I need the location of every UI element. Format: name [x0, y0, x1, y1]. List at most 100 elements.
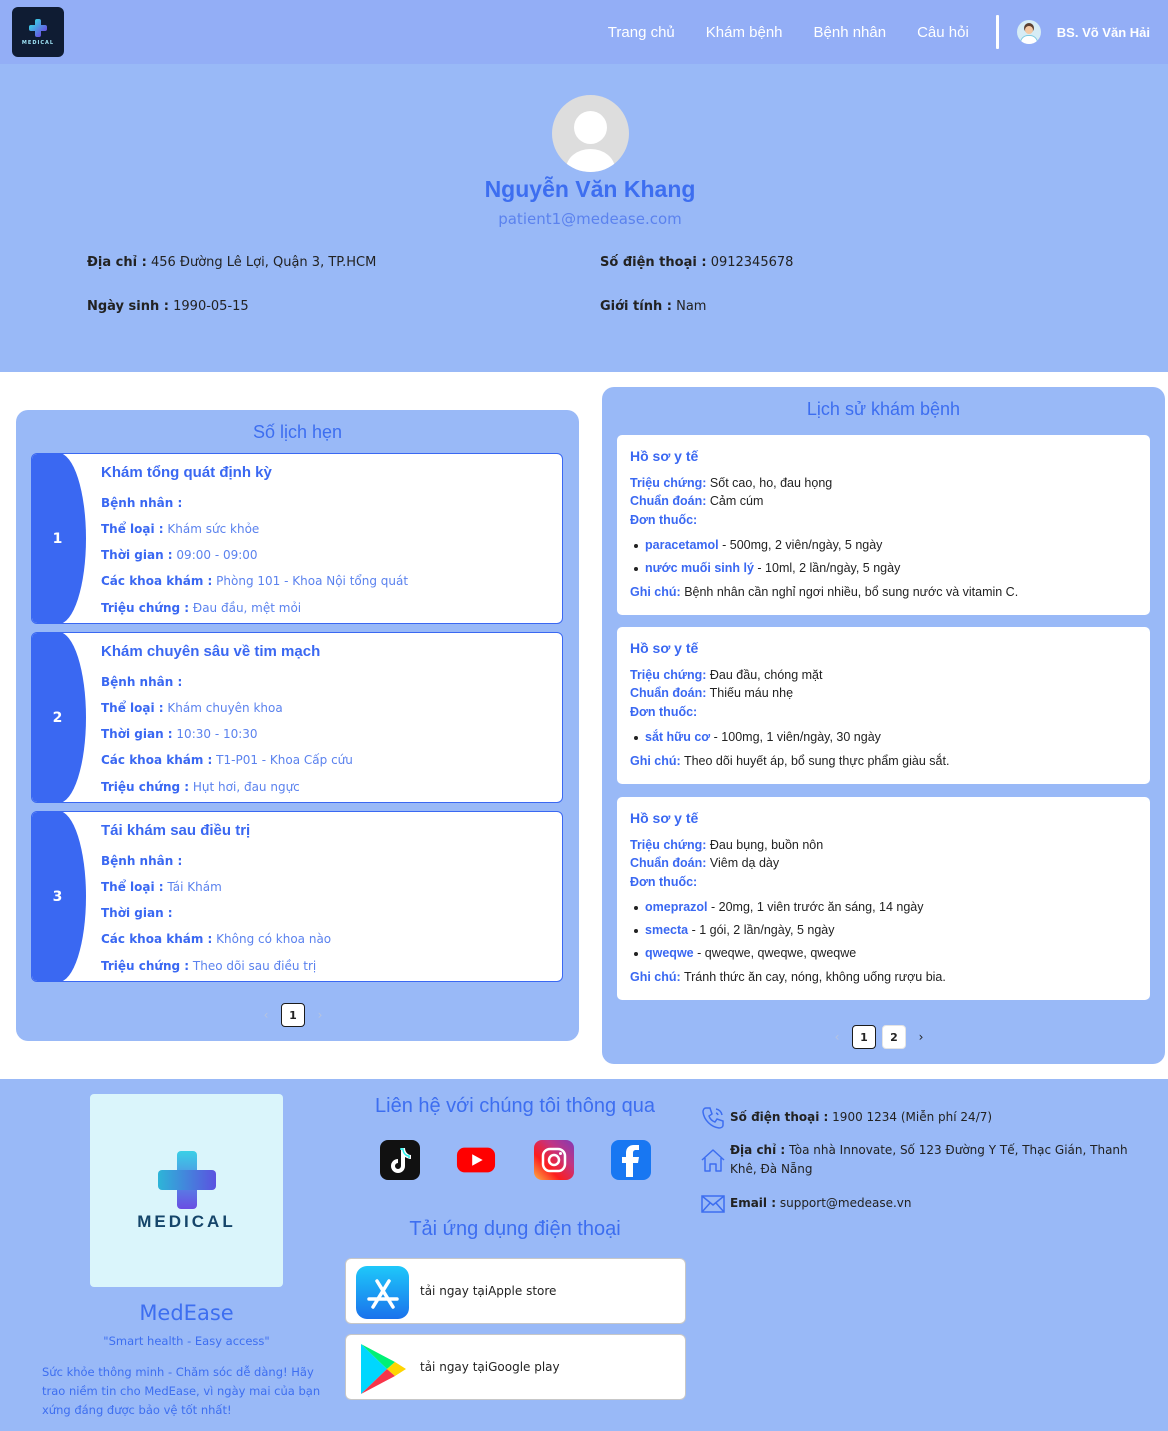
phone-icon	[702, 1107, 724, 1129]
patient-phone: Số điện thoại : 0912345678	[600, 255, 793, 270]
next-page-button[interactable]: ›	[909, 1030, 933, 1044]
address-label: Địa chỉ :	[87, 255, 147, 270]
gender-value: Nam	[676, 299, 707, 314]
record-diagnosis: Chuẩn đoán: Viêm dạ dày	[630, 856, 780, 870]
phone-value: 0912345678	[710, 255, 794, 270]
record-note: Ghi chú: Bệnh nhân cần nghỉ ngơi nhiều, …	[630, 585, 1019, 599]
header-logo[interactable]: MEDICAL	[12, 7, 64, 57]
next-page-button[interactable]: ›	[308, 1008, 332, 1022]
appointment-dept: Các khoa khám : Không có khoa nào	[101, 932, 332, 946]
medication-item: sắt hữu cơ - 100mg, 1 viên/ngày, 30 ngày	[634, 730, 881, 744]
email-icon	[701, 1195, 725, 1213]
app-store-icon	[356, 1266, 409, 1319]
dob-value: 1990-05-15	[173, 299, 249, 314]
medical-cross-icon	[158, 1151, 216, 1209]
google-play-label: tải ngay tạiGoogle play	[420, 1360, 560, 1374]
tiktok-icon[interactable]	[380, 1140, 420, 1180]
main-nav: Trang chủ Khám bệnh Bệnh nhân Câu hỏi BS…	[608, 0, 1168, 64]
user-name: BS. Võ Văn Hải	[1056, 24, 1150, 40]
prev-page-button[interactable]: ‹	[254, 1008, 278, 1022]
appointment-dept: Các khoa khám : T1-P01 - Khoa Cấp cứu	[101, 753, 353, 767]
medical-record-card[interactable]: Hồ sơ y tế Triệu chứng: Sốt cao, ho, đau…	[617, 435, 1150, 615]
record-prescription-label: Đơn thuốc:	[630, 705, 698, 719]
nav-divider	[995, 15, 999, 49]
apple-store-button[interactable]: tải ngay tạiApple store	[345, 1258, 686, 1324]
medical-cross-icon	[29, 18, 47, 37]
medication-item: qweqwe - qweqwe, qweqwe, qweqwe	[633, 946, 857, 960]
record-diagnosis: Chuẩn đoán: Thiếu máu nhẹ	[630, 686, 794, 700]
appointment-card[interactable]: 1 Khám tổng quát định kỳ Bệnh nhân : Thể…	[31, 453, 563, 624]
medication-item: paracetamol - 500mg, 2 viên/ngày, 5 ngày	[633, 538, 883, 552]
app-download-title: Tải ứng dụng điện thoại	[409, 1218, 621, 1240]
record-heading: Hồ sơ y tế	[630, 640, 699, 656]
appointment-number: 1	[32, 454, 86, 623]
google-play-button[interactable]: tải ngay tạiGoogle play	[345, 1334, 686, 1400]
nav-home[interactable]: Trang chủ	[608, 24, 675, 41]
prev-page-button[interactable]: ‹	[825, 1030, 849, 1044]
appointments-pagination: ‹ 1 ›	[254, 1003, 332, 1027]
appointment-title: Khám tổng quát định kỳ	[101, 464, 272, 481]
appointment-dept: Các khoa khám : Phòng 101 - Khoa Nội tổn…	[101, 574, 409, 588]
medical-record-card[interactable]: Hồ sơ y tế Triệu chứng: Đau đầu, chóng m…	[617, 627, 1150, 784]
patient-gender: Giới tính : Nam	[600, 299, 706, 314]
page-2-button[interactable]: 2	[882, 1025, 906, 1049]
nav-questions[interactable]: Câu hỏi	[917, 24, 969, 41]
patient-dob: Ngày sinh : 1990-05-15	[87, 299, 249, 314]
patient-profile: Nguyễn Văn Khang patient1@medease.com Đị…	[0, 64, 1168, 372]
appointment-type: Thể loại : Tái Khám	[101, 880, 222, 894]
medication-item: smecta - 1 gói, 2 lần/ngày, 5 ngày	[634, 923, 835, 937]
appointments-title: Số lịch hẹn	[252, 422, 343, 442]
phone-label: Số điện thoại :	[600, 255, 707, 270]
appointment-time: Thời gian :	[101, 906, 173, 920]
appointment-number: 3	[32, 812, 86, 981]
appointment-patient: Bệnh nhân :	[101, 854, 183, 868]
footer-email: Email : support@medease.vn	[730, 1196, 912, 1210]
nav-examination[interactable]: Khám bệnh	[706, 24, 783, 41]
footer-address: Địa chỉ : Tòa nhà Innovate, Số 123 Đường…	[730, 1143, 1128, 1176]
brand-name: MedEase	[139, 1301, 234, 1325]
appointment-card[interactable]: 2 Khám chuyên sâu về tim mạch Bệnh nhân …	[31, 632, 563, 803]
contact-title: Liên hệ với chúng tôi thông qua	[375, 1095, 655, 1117]
page-1-button[interactable]: 1	[281, 1003, 305, 1027]
appointment-patient: Bệnh nhân :	[101, 675, 183, 689]
brand-description: Sức khỏe thông minh - Chăm sóc dễ dàng! …	[42, 1365, 321, 1417]
nav-patients[interactable]: Bệnh nhân	[814, 24, 887, 41]
medical-record-card[interactable]: Hồ sơ y tế Triệu chứng: Đau bụng, buồn n…	[617, 797, 1150, 1000]
record-symptom: Triệu chứng: Sốt cao, ho, đau họng	[630, 476, 833, 490]
appointment-symptom: Triệu chứng : Theo dõi sau điều trị	[101, 959, 317, 973]
record-heading: Hồ sơ y tế	[630, 810, 699, 826]
youtube-icon[interactable]	[456, 1140, 496, 1180]
record-prescription-label: Đơn thuốc:	[630, 513, 698, 527]
top-navbar: MEDICAL Trang chủ Khám bệnh Bệnh nhân Câ…	[0, 0, 1168, 64]
user-menu[interactable]: BS. Võ Văn Hải	[1016, 20, 1150, 44]
instagram-icon[interactable]	[534, 1140, 574, 1180]
doctor-avatar-icon	[1016, 20, 1041, 44]
record-symptom: Triệu chứng: Đau đầu, chóng mặt	[630, 668, 823, 682]
history-panel: Lịch sử khám bệnh Hồ sơ y tế Triệu chứng…	[602, 387, 1165, 1064]
appointment-title: Tái khám sau điều trị	[101, 822, 251, 839]
appointment-patient: Bệnh nhân :	[101, 496, 183, 510]
appointment-number: 2	[32, 633, 86, 802]
footer-phone: Số điện thoại : 1900 1234 (Miễn phí 24/7…	[730, 1110, 993, 1124]
patient-email: patient1@medease.com	[498, 210, 682, 228]
appointment-time: Thời gian : 09:00 - 09:00	[101, 548, 258, 562]
footer-logo-text: MEDICAL	[137, 1212, 236, 1231]
facebook-icon[interactable]	[611, 1140, 651, 1180]
history-pagination: ‹ 1 2 ›	[825, 1025, 933, 1049]
history-title: Lịch sử khám bệnh	[806, 399, 961, 419]
footer: MEDICAL MedEase "Smart health - Easy acc…	[0, 1079, 1168, 1431]
address-value: 456 Đường Lê Lợi, Quận 3, TP.HCM	[150, 255, 377, 270]
page-1-button[interactable]: 1	[852, 1025, 876, 1049]
appointment-symptom: Triệu chứng : Hụt hơi, đau ngực	[101, 780, 300, 794]
appointment-title: Khám chuyên sâu về tim mạch	[101, 643, 321, 660]
patient-avatar-icon	[552, 95, 629, 172]
appointment-symptom: Triệu chứng : Đau đầu, mệt mỏi	[101, 601, 302, 615]
appointment-card[interactable]: 3 Tái khám sau điều trị Bệnh nhân : Thể …	[31, 811, 563, 982]
record-note: Ghi chú: Theo dõi huyết áp, bổ sung thực…	[630, 754, 950, 768]
medication-item: omeprazol - 20mg, 1 viên trước ăn sáng, …	[634, 900, 924, 914]
appointments-panel: Số lịch hẹn 1 Khám tổng quát định kỳ Bện…	[16, 410, 579, 1041]
appointment-type: Thể loại : Khám chuyên khoa	[101, 701, 283, 715]
appointment-type: Thể loại : Khám sức khỏe	[101, 522, 260, 536]
appointment-time: Thời gian : 10:30 - 10:30	[101, 727, 258, 741]
patient-name: Nguyễn Văn Khang	[484, 176, 696, 202]
